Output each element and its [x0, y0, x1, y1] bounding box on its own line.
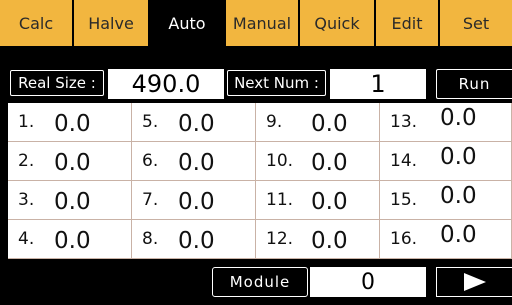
size-grid: 1. 0.0 5. 0.0 9. 0.0 13. 0.0 2. 0.0 6. 0.0 10.… — [8, 103, 512, 259]
tab-bar: Calc Halve Auto Manual Quick Edit Set — [0, 0, 512, 50]
cell-index: 5. — [142, 112, 159, 132]
cell-index: 13. — [390, 112, 418, 132]
cell-index: 1. — [18, 112, 35, 132]
run-button[interactable]: Run — [436, 69, 512, 99]
cell-index: 3. — [18, 190, 35, 210]
cell-index: 11. — [266, 190, 294, 210]
grid-cell-11[interactable]: 11. 0.0 — [256, 181, 380, 220]
cell-index: 15. — [390, 190, 418, 210]
cell-value: 0.0 — [311, 150, 348, 176]
cell-index: 14. — [390, 151, 418, 171]
grid-cell-9[interactable]: 9. 0.0 — [256, 103, 380, 142]
real-size-value[interactable]: 490.0 — [108, 69, 224, 99]
cell-value: 0.0 — [54, 228, 91, 254]
grid-cell-14[interactable]: 14. 0.0 — [380, 142, 512, 181]
tab-set[interactable]: Set — [440, 0, 512, 46]
cell-value: 0.0 — [178, 150, 215, 176]
tab-auto[interactable]: Auto — [150, 0, 224, 50]
module-value[interactable]: 0 — [310, 267, 426, 297]
grid-cell-5[interactable]: 5. 0.0 — [132, 103, 256, 142]
cell-index: 6. — [142, 151, 159, 171]
cell-index: 7. — [142, 190, 159, 210]
grid-cell-4[interactable]: 4. 0.0 — [8, 220, 132, 259]
cell-index: 4. — [18, 229, 35, 249]
real-size-label: Real Size : — [10, 70, 104, 96]
grid-cell-8[interactable]: 8. 0.0 — [132, 220, 256, 259]
cell-value: 0.0 — [54, 150, 91, 176]
grid-cell-6[interactable]: 6. 0.0 — [132, 142, 256, 181]
grid-cell-13[interactable]: 13. 0.0 — [380, 103, 512, 142]
cell-value: 0.0 — [54, 111, 91, 137]
play-icon — [463, 273, 486, 291]
cell-index: 9. — [266, 112, 283, 132]
grid-cell-3[interactable]: 3. 0.0 — [8, 181, 132, 220]
grid-cell-1[interactable]: 1. 0.0 — [8, 103, 132, 142]
cell-value: 0.0 — [311, 189, 348, 215]
tab-manual[interactable]: Manual — [226, 0, 298, 46]
tab-edit[interactable]: Edit — [376, 0, 438, 46]
grid-cell-7[interactable]: 7. 0.0 — [132, 181, 256, 220]
cell-index: 10. — [266, 151, 294, 171]
grid-cell-10[interactable]: 10. 0.0 — [256, 142, 380, 181]
cell-value: 0.0 — [54, 189, 91, 215]
cell-index: 16. — [390, 229, 418, 249]
next-num-label: Next Num : — [227, 70, 326, 96]
next-num-value[interactable]: 1 — [330, 69, 426, 99]
next-button[interactable] — [436, 267, 512, 297]
cell-value: 0.0 — [178, 228, 215, 254]
grid-cell-12[interactable]: 12. 0.0 — [256, 220, 380, 259]
tab-halve[interactable]: Halve — [74, 0, 148, 46]
grid-cell-2[interactable]: 2. 0.0 — [8, 142, 132, 181]
cell-value: 0.0 — [440, 105, 477, 131]
grid-cell-16[interactable]: 16. 0.0 — [380, 220, 512, 259]
cell-index: 2. — [18, 151, 35, 171]
cell-value: 0.0 — [178, 189, 215, 215]
module-label: Module — [212, 267, 308, 297]
tab-quick[interactable]: Quick — [300, 0, 374, 46]
cell-value: 0.0 — [440, 222, 477, 248]
cell-value: 0.0 — [440, 183, 477, 209]
grid-cell-15[interactable]: 15. 0.0 — [380, 181, 512, 220]
tab-calc[interactable]: Calc — [0, 0, 72, 46]
cell-index: 8. — [142, 229, 159, 249]
cell-index: 12. — [266, 229, 294, 249]
cell-value: 0.0 — [178, 111, 215, 137]
cell-value: 0.0 — [311, 111, 348, 137]
cell-value: 0.0 — [311, 228, 348, 254]
cell-value: 0.0 — [440, 144, 477, 170]
